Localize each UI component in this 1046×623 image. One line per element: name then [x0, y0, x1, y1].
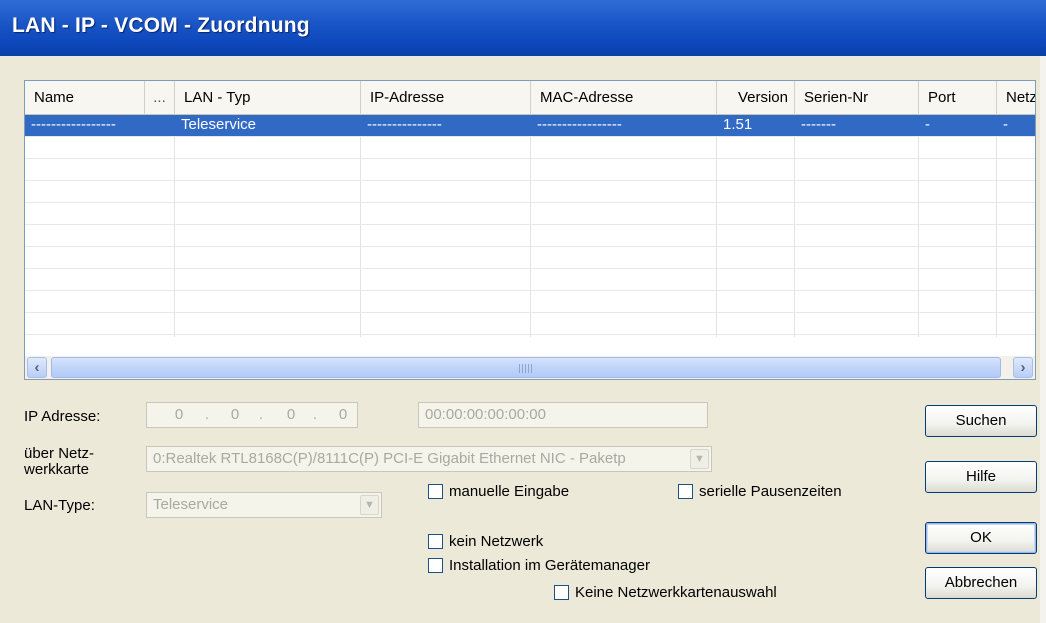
netcard-select[interactable]: 0:Realtek RTL8168C(P)/8111C(P) PCI-E Gig… — [146, 446, 712, 472]
column-header-serial[interactable]: Serien-Nr — [795, 81, 919, 115]
empty-row — [25, 291, 1035, 313]
table-header: Name ... LAN - Typ IP-Adresse MAC-Adress… — [25, 81, 1035, 115]
window-title: LAN - IP - VCOM - Zuordnung — [12, 14, 310, 37]
grip-icon — [519, 364, 533, 373]
table-row[interactable]: ----------------- Teleservice ----------… — [25, 115, 1035, 137]
empty-row — [25, 313, 1035, 335]
column-header-more[interactable]: ... — [145, 81, 175, 115]
netcard-label-line2: werkkarte — [24, 461, 90, 478]
ip-address-field[interactable]: 0 . 0 . 0 . 0 — [146, 402, 358, 428]
column-header-mac-address[interactable]: MAC-Adresse — [531, 81, 717, 115]
ip-address-label: IP Adresse: — [24, 408, 101, 425]
cell-name: ----------------- — [31, 116, 116, 133]
help-button[interactable]: Hilfe — [925, 461, 1037, 493]
horizontal-scrollbar[interactable]: ‹ › — [25, 356, 1035, 379]
cell-netz: - — [1003, 116, 1008, 133]
no-netcard-select-checkbox[interactable]: Keine Netzwerkkartenauswahl — [554, 584, 777, 601]
empty-row — [25, 225, 1035, 247]
ip-octet-4[interactable]: 0 — [333, 403, 353, 427]
serial-pause-checkbox[interactable]: serielle Pausenzeiten — [678, 483, 842, 500]
scroll-left-icon[interactable]: ‹ — [27, 357, 47, 378]
manual-input-label: manuelle Eingabe — [449, 483, 570, 500]
no-network-checkbox[interactable]: kein Netzwerk — [428, 533, 543, 550]
ip-octet-2[interactable]: 0 — [225, 403, 245, 427]
no-network-label: kein Netzwerk — [449, 533, 544, 550]
checkbox-box[interactable] — [678, 484, 693, 499]
chevron-down-icon[interactable]: ▼ — [690, 449, 709, 469]
chevron-down-icon[interactable]: ▼ — [360, 495, 379, 515]
scroll-right-icon[interactable]: › — [1013, 357, 1033, 378]
column-header-name[interactable]: Name — [25, 81, 145, 115]
window-edge — [1040, 56, 1046, 623]
title-bar[interactable]: LAN - IP - VCOM - Zuordnung — [0, 0, 1046, 56]
checkbox-box[interactable] — [428, 534, 443, 549]
cell-mac-address: ----------------- — [537, 116, 622, 133]
netcard-label-line1: über Netz- — [24, 445, 95, 462]
cell-serial: ------- — [801, 116, 836, 133]
search-button[interactable]: Suchen — [925, 405, 1037, 437]
ip-octet-3[interactable]: 0 — [281, 403, 301, 427]
device-table[interactable]: Name ... LAN - Typ IP-Adresse MAC-Adress… — [24, 80, 1036, 380]
lan-type-value: Teleservice — [153, 496, 229, 513]
install-device-manager-checkbox[interactable]: Installation im Gerätemanager — [428, 557, 650, 574]
column-header-version[interactable]: Version — [717, 81, 795, 115]
install-device-manager-label: Installation im Gerätemanager — [449, 557, 650, 574]
ip-separator: . — [204, 406, 210, 423]
serial-pause-label: serielle Pausenzeiten — [699, 483, 842, 500]
cancel-button[interactable]: Abbrechen — [925, 567, 1037, 599]
empty-row — [25, 159, 1035, 181]
column-header-port[interactable]: Port — [919, 81, 997, 115]
empty-row — [25, 247, 1035, 269]
empty-row — [25, 137, 1035, 159]
column-header-netz[interactable]: Netz — [997, 81, 1035, 115]
lan-type-select[interactable]: Teleservice ▼ — [146, 492, 382, 518]
netcard-value: 0:Realtek RTL8168C(P)/8111C(P) PCI-E Gig… — [153, 450, 626, 467]
column-header-ip-address[interactable]: IP-Adresse — [361, 81, 531, 115]
lan-type-label: LAN-Type: — [24, 497, 95, 514]
manual-input-checkbox[interactable]: manuelle Eingabe — [428, 483, 569, 500]
cell-ip-address: --------------- — [367, 116, 442, 133]
column-header-lan-type[interactable]: LAN - Typ — [175, 81, 361, 115]
checkbox-box[interactable] — [428, 484, 443, 499]
cell-port: - — [925, 116, 930, 133]
no-netcard-select-label: Keine Netzwerkkartenauswahl — [575, 584, 777, 601]
empty-row — [25, 269, 1035, 291]
empty-row — [25, 335, 1035, 357]
empty-row — [25, 181, 1035, 203]
ok-button[interactable]: OK — [925, 522, 1037, 554]
mac-address-field[interactable]: 00:00:00:00:00:00 — [418, 402, 708, 428]
cell-lan-type: Teleservice — [181, 116, 257, 133]
checkbox-box[interactable] — [428, 558, 443, 573]
scroll-thumb[interactable] — [51, 357, 1001, 378]
ip-separator: . — [258, 406, 264, 423]
cell-version: 1.51 — [723, 116, 753, 133]
checkbox-box[interactable] — [554, 585, 569, 600]
ip-octet-1[interactable]: 0 — [169, 403, 189, 427]
empty-row — [25, 203, 1035, 225]
ip-separator: . — [312, 406, 318, 423]
